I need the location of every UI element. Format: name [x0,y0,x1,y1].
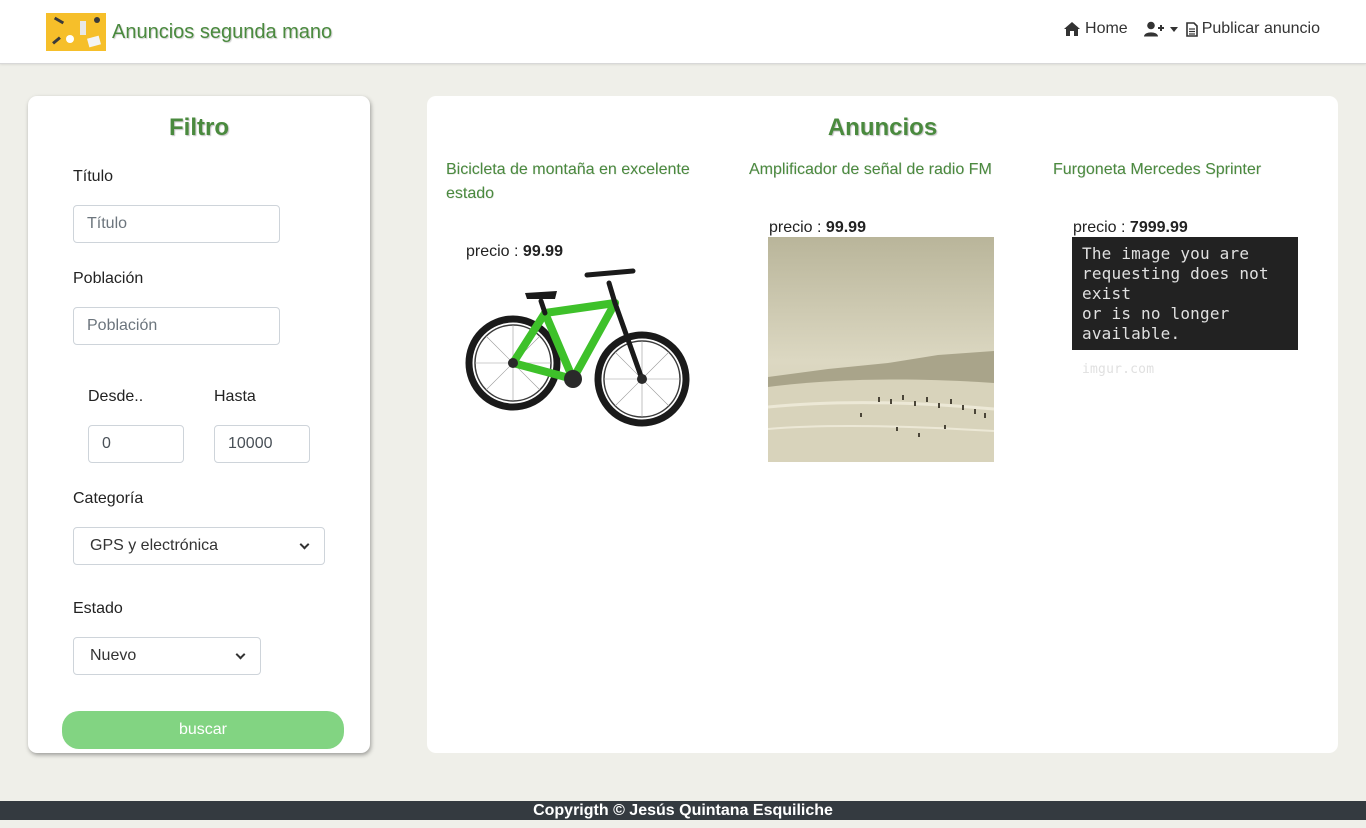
ad-card[interactable]: Furgoneta Mercedes Sprinter precio : 799… [1053,158,1333,377]
filter-title: Filtro [169,114,229,141]
chevron-down-icon [235,649,246,659]
user-dropdown[interactable] [1143,21,1178,37]
nav-menu: Home Publicar anuncio [1063,20,1320,38]
logo [46,13,106,51]
chevron-down-icon [299,539,310,549]
hasta-input[interactable] [214,425,310,463]
ad-card[interactable]: Amplificador de señal de radio FM precio… [749,158,1029,462]
nav-home-link[interactable]: Home [1063,20,1128,38]
ad-price: precio : 99.99 [769,219,1029,237]
imgur-line: The image you are [1082,244,1250,263]
home-icon [1064,22,1081,36]
brand-title: Anuncios segunda mano [112,20,333,43]
nav-home-label: Home [1085,20,1128,37]
copyright-text: Copyrigth © Jesús Quintana Esquiliche [533,802,833,819]
estado-label: Estado [73,600,123,617]
price-prefix: precio : [466,243,523,260]
ad-price: precio : 7999.99 [1073,219,1333,237]
titulo-label: Título [73,168,114,185]
ad-title[interactable]: Bicicleta de montaña en excelente estado [446,158,726,206]
footer: Copyrigth © Jesús Quintana Esquiliche [0,801,1366,820]
imgur-line: or is no longer available. [1082,304,1230,343]
imgur-domain: imgur.com [1082,362,1155,377]
price-prefix: precio : [1073,219,1130,236]
nav-publish-label: Publicar anuncio [1201,20,1320,37]
imgur-line: requesting does not exist [1082,264,1269,303]
bike-image[interactable] [465,261,691,441]
estado-selected-value: Nuevo [90,647,137,664]
price-value: 99.99 [522,243,563,260]
desde-input[interactable] [88,425,184,463]
ad-card[interactable]: Bicicleta de montaña en excelente estado… [446,158,726,446]
ad-title[interactable]: Furgoneta Mercedes Sprinter [1053,158,1333,182]
filter-panel: Filtro Título Población Desde.. Hasta Ca… [28,96,370,753]
chevron-down-icon [1169,26,1178,32]
titulo-input[interactable] [73,205,280,243]
categoria-label: Categoría [73,490,144,507]
poblacion-input[interactable] [73,307,280,345]
beach-image[interactable] [768,237,994,462]
hasta-label: Hasta [214,388,256,405]
categoria-selected-value: GPS y electrónica [90,537,219,554]
ad-title[interactable]: Amplificador de señal de radio FM [749,158,1029,182]
user-plus-icon [1143,21,1164,37]
document-icon [1185,21,1198,37]
poblacion-label: Población [73,270,144,287]
brand-link[interactable]: Anuncios segunda mano [46,13,332,51]
ads-panel: Anuncios Bicicleta de montaña en excelen… [427,96,1338,753]
ad-price: precio : 99.99 [466,243,726,261]
estado-select[interactable]: Nuevo [73,637,261,675]
desde-label: Desde.. [88,388,144,405]
imgur-placeholder-image[interactable]: The image you are requesting does not ex… [1072,237,1298,377]
nav-publish-link[interactable]: Publicar anuncio [1185,20,1320,38]
price-value: 99.99 [825,219,866,236]
categoria-select[interactable]: GPS y electrónica [73,527,325,565]
search-button[interactable]: buscar [62,711,344,749]
price-prefix: precio : [769,219,826,236]
price-value: 7999.99 [1129,219,1188,236]
ads-title: Anuncios [827,114,938,141]
navbar: Anuncios segunda mano Home Publicar anun… [0,0,1366,64]
